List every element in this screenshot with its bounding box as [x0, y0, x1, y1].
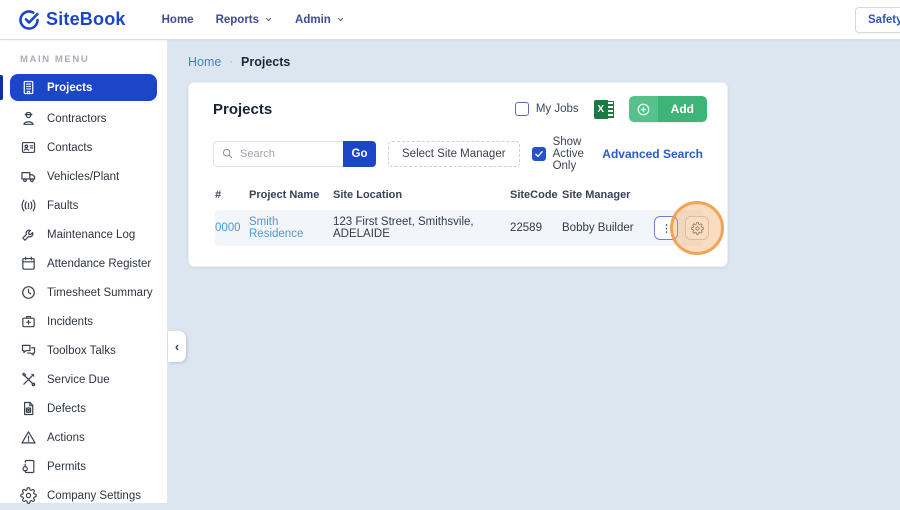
- sidebar-item-contractors[interactable]: Contractors: [0, 104, 167, 133]
- sitebook-logo[interactable]: SiteBook: [18, 9, 126, 31]
- sidebar-item-maintenance-log[interactable]: Maintenance Log: [0, 220, 167, 249]
- safety-docs-button[interactable]: Safety D: [855, 7, 900, 33]
- sidebar: MAIN MENU Projects Contractors Contacts: [0, 40, 168, 503]
- breadcrumb-home-link[interactable]: Home: [188, 55, 221, 69]
- sidebar-item-permits[interactable]: Permits: [0, 452, 167, 481]
- show-active-only-checkbox[interactable]: Show Active Only: [532, 136, 591, 172]
- excel-export-icon[interactable]: X: [594, 100, 614, 119]
- topbar: SiteBook Home Reports Admin Safety D: [0, 0, 900, 40]
- clock-icon: [20, 284, 37, 301]
- search-icon: [221, 147, 234, 160]
- sidebar-item-label: Incidents: [47, 316, 93, 328]
- sidebar-item-label: Contractors: [47, 113, 106, 125]
- sidebar-item-label: Timesheet Summary: [47, 287, 153, 299]
- site-code-cell: 22589: [510, 222, 562, 234]
- row-settings-button[interactable]: [685, 216, 709, 240]
- sidebar-item-label: Faults: [47, 200, 78, 212]
- sidebar-item-attendance-register[interactable]: Attendance Register: [0, 249, 167, 278]
- add-button-label: Add: [658, 96, 707, 122]
- sidebar-item-label: Toolbox Talks: [47, 345, 116, 357]
- header-id: #: [215, 189, 249, 201]
- nav-home[interactable]: Home: [162, 8, 194, 32]
- sidebar-item-contacts[interactable]: Contacts: [0, 133, 167, 162]
- nav-admin[interactable]: Admin: [295, 8, 345, 32]
- sidebar-item-label: Actions: [47, 432, 85, 444]
- main-menu-label: MAIN MENU: [0, 40, 167, 74]
- header-site-manager: Site Manager: [562, 189, 654, 201]
- table-row: 0000 Smith Residence 123 First Street, S…: [215, 210, 703, 246]
- projects-card: Projects My Jobs X Add: [188, 82, 728, 267]
- gear-icon: [20, 487, 37, 504]
- first-aid-icon: [20, 313, 37, 330]
- row-actions: [654, 216, 716, 240]
- sidebar-collapse-button[interactable]: ‹: [168, 331, 186, 362]
- add-button[interactable]: Add: [629, 96, 707, 122]
- sidebar-item-label: Permits: [47, 461, 86, 473]
- site-manager-cell: Bobby Builder: [562, 222, 654, 234]
- tools-icon: [20, 371, 37, 388]
- chat-bubbles-icon: [20, 342, 37, 359]
- sidebar-item-vehicles-plant[interactable]: Vehicles/Plant: [0, 162, 167, 191]
- warning-triangle-icon: [20, 429, 37, 446]
- contact-card-icon: [20, 139, 37, 156]
- go-button[interactable]: Go: [343, 141, 376, 167]
- chevron-left-icon: ‹: [175, 339, 179, 354]
- checkbox-unchecked[interactable]: [515, 102, 529, 116]
- nav-reports[interactable]: Reports: [216, 8, 273, 32]
- sidebar-item-label: Service Due: [47, 374, 110, 386]
- more-options-button[interactable]: [654, 216, 678, 240]
- sidebar-item-defects[interactable]: Defects: [0, 394, 167, 423]
- sidebar-item-projects[interactable]: Projects: [10, 74, 157, 101]
- sidebar-item-incidents[interactable]: Incidents: [0, 307, 167, 336]
- breadcrumb-separator: ·: [229, 56, 233, 68]
- sidebar-item-label: Contacts: [47, 142, 92, 154]
- filter-row: Go Select Site Manager Show Active Only …: [213, 136, 703, 172]
- chevron-down-icon: [264, 16, 273, 23]
- logo-circle-check-icon: [18, 9, 40, 31]
- sidebar-item-label: Defects: [47, 403, 86, 415]
- sidebar-item-timesheet-summary[interactable]: Timesheet Summary: [0, 278, 167, 307]
- advanced-search-link[interactable]: Advanced Search: [602, 147, 703, 161]
- top-navigation: Home Reports Admin: [140, 8, 345, 32]
- projects-table: # Project Name Site Location SiteCode Si…: [215, 189, 703, 246]
- select-site-manager-button[interactable]: Select Site Manager: [388, 141, 520, 167]
- chevron-down-icon: [336, 16, 345, 23]
- header-project-name: Project Name: [249, 189, 333, 201]
- table-header-row: # Project Name Site Location SiteCode Si…: [215, 189, 703, 201]
- sidebar-item-faults[interactable]: Faults: [0, 191, 167, 220]
- person-icon: [20, 110, 37, 127]
- my-jobs-checkbox[interactable]: My Jobs: [515, 102, 579, 116]
- building-icon: [20, 79, 37, 96]
- breadcrumb: Home · Projects: [169, 40, 900, 69]
- sidebar-item-actions[interactable]: Actions: [0, 423, 167, 452]
- wrench-icon: [20, 226, 37, 243]
- permit-document-icon: [20, 458, 37, 475]
- truck-icon: [20, 168, 37, 185]
- header-site-code: SiteCode: [510, 189, 562, 201]
- sidebar-item-service-due[interactable]: Service Due: [0, 365, 167, 394]
- show-active-only-label: Show Active Only: [553, 136, 591, 172]
- sidebar-item-company-settings[interactable]: Company Settings: [0, 481, 167, 510]
- my-jobs-label: My Jobs: [536, 103, 579, 115]
- sidebar-item-toolbox-talks[interactable]: Toolbox Talks: [0, 336, 167, 365]
- card-header: Projects My Jobs X Add: [189, 83, 727, 126]
- checkbox-checked[interactable]: [532, 147, 546, 161]
- fault-alert-icon: [20, 197, 37, 214]
- logo-text: SiteBook: [46, 9, 126, 30]
- circle-plus-icon: [629, 96, 658, 122]
- breadcrumb-current: Projects: [241, 55, 290, 69]
- sidebar-item-label: Attendance Register: [47, 258, 151, 270]
- sidebar-item-label: Vehicles/Plant: [47, 171, 119, 183]
- document-x-icon: [20, 400, 37, 417]
- project-name-link[interactable]: Smith Residence: [249, 216, 333, 240]
- sidebar-item-label: Projects: [47, 82, 92, 94]
- calendar-icon: [20, 255, 37, 272]
- site-location-cell: 123 First Street, Smithsvile, ADELAIDE: [333, 216, 510, 240]
- sidebar-item-label: Company Settings: [47, 490, 141, 502]
- sidebar-item-label: Maintenance Log: [47, 229, 135, 241]
- project-id-link[interactable]: 0000: [215, 222, 249, 234]
- main-content: Home · Projects Projects My Jobs X: [169, 40, 900, 503]
- header-site-location: Site Location: [333, 189, 510, 201]
- page-title: Projects: [213, 101, 272, 118]
